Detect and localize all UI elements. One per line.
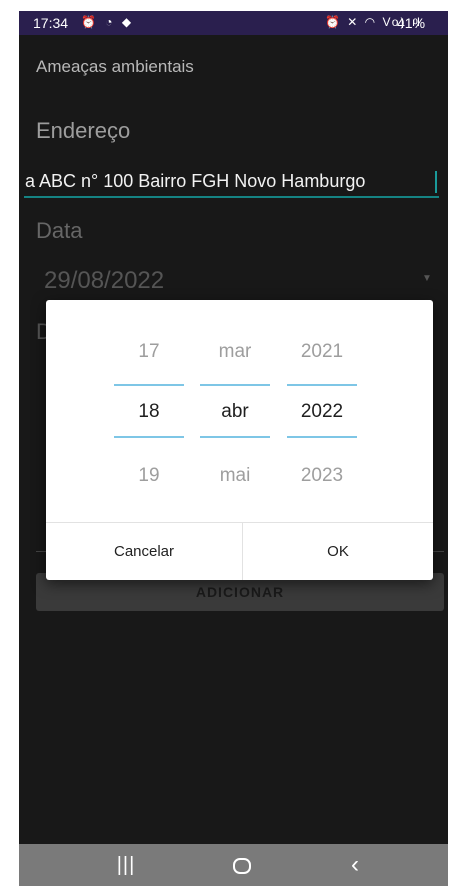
status-time: 17:34 (33, 15, 69, 31)
year-selected[interactable]: 2022 (287, 401, 357, 423)
data-label: Data (36, 218, 83, 243)
selection-line-top (287, 384, 357, 386)
month-selected[interactable]: abr (200, 401, 270, 423)
selection-line-top (114, 384, 184, 386)
data-field[interactable]: 29/08/2022 (44, 267, 164, 295)
date-picker-dialog: 17 18 19 mar abr mai 2021 2022 2023 Canc… (46, 300, 433, 580)
selection-line-bottom (114, 436, 184, 438)
year-prev[interactable]: 2021 (287, 341, 357, 363)
dropdown-arrow-icon[interactable]: ▼ (422, 273, 432, 284)
endereco-label: Endereço (36, 118, 131, 143)
month-prev[interactable]: mar (200, 341, 270, 363)
app-title: Ameaças ambientais (36, 57, 194, 76)
day-selected[interactable]: 18 (114, 401, 184, 423)
selection-line-bottom (287, 436, 357, 438)
month-picker[interactable]: mar abr mai (200, 300, 270, 522)
ok-button[interactable]: OK (243, 523, 433, 580)
year-next[interactable]: 2023 (287, 465, 357, 487)
notification-icons: ⏰ ◔ ◆ (81, 15, 135, 29)
text-cursor (435, 171, 437, 193)
back-icon[interactable]: ‹ (325, 844, 385, 886)
status-bar: 17:34 ⏰ ◔ ◆ ⏰ ✕ ◠ Vo) ıl 41% (19, 11, 448, 35)
selection-line-top (200, 384, 270, 386)
selection-line-bottom (200, 436, 270, 438)
cancel-button[interactable]: Cancelar (46, 523, 242, 580)
day-prev[interactable]: 17 (114, 341, 184, 363)
month-next[interactable]: mai (200, 465, 270, 487)
day-next[interactable]: 19 (114, 465, 184, 487)
endereco-input[interactable] (24, 166, 439, 198)
battery-level: 41% (397, 15, 426, 31)
phone-screen: 17:34 ⏰ ◔ ◆ ⏰ ✕ ◠ Vo) ıl 41% Ameaças amb… (19, 11, 448, 886)
home-icon[interactable] (212, 844, 272, 886)
navigation-bar: ||| ‹ (19, 844, 448, 886)
recents-icon[interactable]: ||| (96, 844, 156, 886)
year-picker[interactable]: 2021 2022 2023 (287, 300, 357, 522)
day-picker[interactable]: 17 18 19 (114, 300, 184, 522)
